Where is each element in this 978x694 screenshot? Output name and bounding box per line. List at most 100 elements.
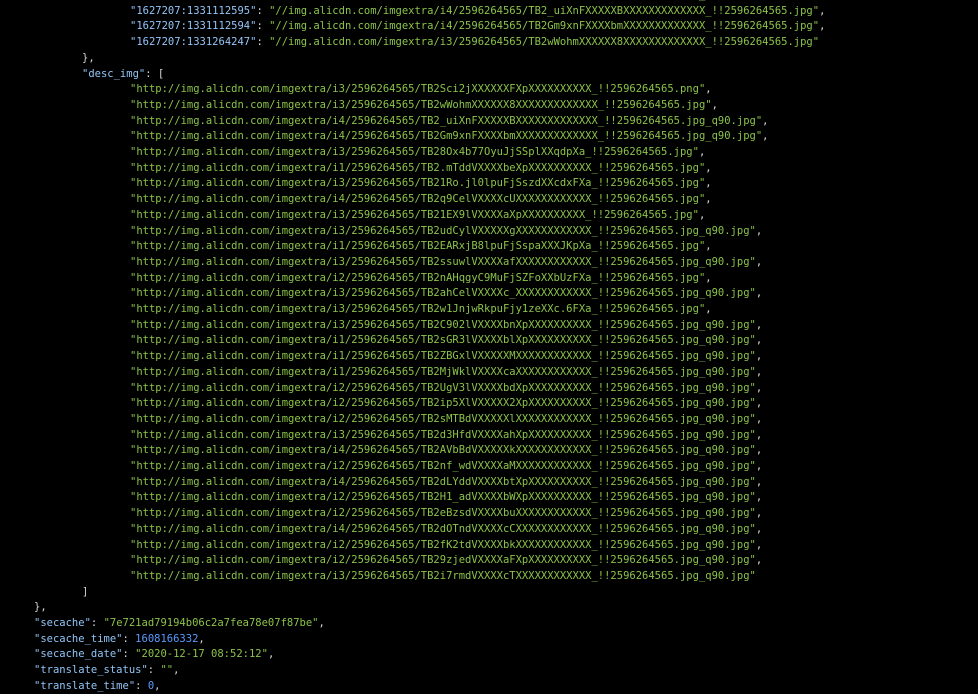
json-line: "http://img.alicdn.com/imgextra/i4/25962… xyxy=(130,443,762,459)
json-string-value: "http://img.alicdn.com/imgextra/i1/25962… xyxy=(130,334,756,347)
json-comma: , xyxy=(755,318,763,331)
json-comma: , xyxy=(813,0,819,1)
json-line: "http://img.alicdn.com/imgextra/i2/25962… xyxy=(130,271,712,287)
json-comma: , xyxy=(755,224,763,237)
json-comma: , xyxy=(267,648,275,661)
json-line: "1627207:1331112595": "//img.alicdn.com/… xyxy=(130,4,825,20)
json-string-value: "http://img.alicdn.com/imgextra/i1/25962… xyxy=(130,365,756,378)
json-line: "http://img.alicdn.com/imgextra/i1/25962… xyxy=(130,161,712,177)
json-string-value: "http://img.alicdn.com/imgextra/i2/25962… xyxy=(130,538,756,551)
json-string-value: "http://img.alicdn.com/imgextra/i3/25962… xyxy=(130,318,756,331)
json-comma: , xyxy=(755,428,763,441)
json-line: }, xyxy=(82,51,95,67)
json-string-value: "http://img.alicdn.com/imgextra/i4/25962… xyxy=(130,114,763,127)
json-comma: , xyxy=(755,381,763,394)
json-string-value: "//img.alicdn.com/imgextra/i2/2596264565… xyxy=(263,0,813,1)
json-colon: : xyxy=(122,632,136,645)
json-string-value: "http://img.alicdn.com/imgextra/i1/25962… xyxy=(130,240,706,253)
json-key: "1627207:1331112594" xyxy=(130,20,257,33)
json-string-value: "//img.alicdn.com/imgextra/i4/2596264565… xyxy=(269,4,820,17)
json-comma: , xyxy=(173,664,180,677)
json-line: "http://img.alicdn.com/imgextra/i3/25962… xyxy=(130,98,718,114)
json-line: "http://img.alicdn.com/imgextra/i4/25962… xyxy=(130,129,768,145)
json-comma: , xyxy=(755,412,763,425)
json-comma: , xyxy=(705,303,712,315)
json-line: "http://img.alicdn.com/imgextra/i2/25962… xyxy=(130,538,762,554)
json-line: "http://img.alicdn.com/imgextra/i3/25962… xyxy=(130,318,762,334)
json-line: "http://img.alicdn.com/imgextra/i3/25962… xyxy=(130,428,762,444)
json-line: "http://img.alicdn.com/imgextra/i4/25962… xyxy=(130,475,762,491)
json-comma: , xyxy=(198,632,205,645)
json-comma: , xyxy=(755,287,763,300)
json-key: "translate_status" xyxy=(34,664,148,677)
json-line: "translate_time": 0, xyxy=(34,679,160,694)
json-comma: , xyxy=(755,365,763,378)
json-comma: , xyxy=(705,193,712,206)
json-string-value: "http://img.alicdn.com/imgextra/i3/25962… xyxy=(130,428,756,441)
json-line: "1627207:1331112594": "//img.alicdn.com/… xyxy=(130,19,825,35)
json-comma: , xyxy=(755,522,763,535)
json-line: "http://img.alicdn.com/imgextra/i2/25962… xyxy=(130,459,762,475)
json-comma: , xyxy=(755,475,763,488)
json-line: "1627207:1331264247": "//img.alicdn.com/… xyxy=(130,35,819,51)
json-comma: , xyxy=(705,240,712,253)
json-string-value: "http://img.alicdn.com/imgextra/i2/25962… xyxy=(130,554,756,567)
json-line: "http://img.alicdn.com/imgextra/i3/25962… xyxy=(130,82,712,98)
json-comma: , xyxy=(705,271,712,284)
json-string-value: "http://img.alicdn.com/imgextra/i2/25962… xyxy=(130,271,706,284)
json-line: "http://img.alicdn.com/imgextra/i3/25962… xyxy=(130,176,712,192)
json-string-value: "http://img.alicdn.com/imgextra/i2/25962… xyxy=(130,507,756,520)
json-line: "http://img.alicdn.com/imgextra/i2/25962… xyxy=(130,506,762,522)
json-comma: , xyxy=(755,460,763,472)
json-line: "http://img.alicdn.com/imgextra/i1/25962… xyxy=(130,365,762,381)
json-line: "http://img.alicdn.com/imgextra/i4/25962… xyxy=(130,192,712,208)
json-brace: }, xyxy=(34,601,47,614)
json-comma: , xyxy=(698,208,706,221)
json-line: "http://img.alicdn.com/imgextra/i1/25962… xyxy=(130,349,762,365)
json-comma: , xyxy=(318,617,325,629)
json-string-value: "http://img.alicdn.com/imgextra/i4/25962… xyxy=(130,522,756,535)
json-comma: , xyxy=(755,334,763,347)
json-line: "http://img.alicdn.com/imgextra/i3/25962… xyxy=(130,302,712,318)
json-colon: : xyxy=(122,648,136,661)
json-colon: : xyxy=(256,20,270,33)
json-line: "http://img.alicdn.com/imgextra/i2/25962… xyxy=(130,412,762,428)
json-key: "secache" xyxy=(34,617,91,629)
json-string-value: "http://img.alicdn.com/imgextra/i2/25962… xyxy=(130,460,756,472)
json-key: "desc_img" xyxy=(82,67,146,80)
json-line: "translate_status": "", xyxy=(34,663,179,679)
json-key: "translate_time" xyxy=(34,679,136,692)
json-colon: : xyxy=(90,617,104,629)
json-string-value: "http://img.alicdn.com/imgextra/i3/25962… xyxy=(130,83,706,96)
json-line: "desc_img": [ xyxy=(82,67,164,83)
json-comma: , xyxy=(755,491,763,504)
json-colon: : xyxy=(147,664,161,677)
json-string-value: "http://img.alicdn.com/imgextra/i3/25962… xyxy=(130,224,756,237)
json-line: }, xyxy=(34,600,47,616)
json-line: "http://img.alicdn.com/imgextra/i3/25962… xyxy=(130,569,756,585)
json-bracket: : [ xyxy=(145,67,165,80)
json-key: "1627207:119539208" xyxy=(130,0,250,1)
json-line: "http://img.alicdn.com/imgextra/i2/25962… xyxy=(130,490,762,506)
json-comma: , xyxy=(819,4,826,17)
json-string-value: "http://img.alicdn.com/imgextra/i1/25962… xyxy=(130,350,756,363)
json-string-value: "http://img.alicdn.com/imgextra/i4/25962… xyxy=(130,193,706,206)
json-string-value: "http://img.alicdn.com/imgextra/i3/25962… xyxy=(130,146,699,158)
json-comma: , xyxy=(755,507,763,520)
json-string-value: "7e721ad79194b06c2a7fea78e07f87be" xyxy=(103,617,319,629)
json-string-value: "http://img.alicdn.com/imgextra/i3/25962… xyxy=(130,177,706,190)
json-comma: , xyxy=(705,161,712,174)
json-line: "secache": "7e721ad79194b06c2a7fea78e07f… xyxy=(34,616,325,632)
json-string-value: "http://img.alicdn.com/imgextra/i4/25962… xyxy=(130,444,756,457)
json-line: "http://img.alicdn.com/imgextra/i4/25962… xyxy=(130,114,768,130)
json-comma: , xyxy=(762,114,769,127)
json-comma: , xyxy=(698,146,706,158)
json-comma: , xyxy=(762,130,769,143)
json-string-value: "http://img.alicdn.com/imgextra/i4/25962… xyxy=(130,130,763,143)
json-key: "1627207:1331264247" xyxy=(130,36,257,49)
json-comma: , xyxy=(705,177,712,190)
json-string-value: "http://img.alicdn.com/imgextra/i2/25962… xyxy=(130,412,756,425)
json-bracket: ] xyxy=(82,585,89,598)
json-comma: , xyxy=(154,679,161,692)
json-key: "secache_time" xyxy=(34,632,123,645)
